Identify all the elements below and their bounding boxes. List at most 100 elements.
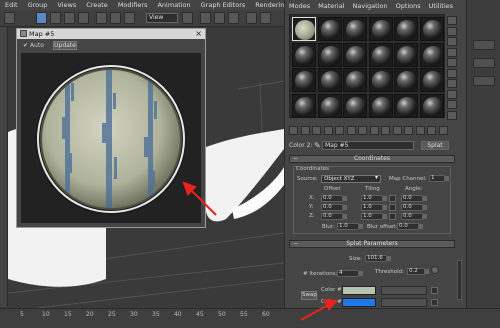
- menu-views[interactable]: Views: [52, 1, 81, 9]
- menu-group[interactable]: Group: [23, 1, 53, 9]
- material-tool-button[interactable]: [358, 126, 367, 135]
- material-slot[interactable]: [292, 93, 316, 118]
- material-slot[interactable]: [317, 93, 342, 118]
- command-panel-tab[interactable]: [473, 76, 495, 86]
- material-slot[interactable]: [419, 93, 444, 118]
- material-slot[interactable]: [368, 17, 393, 41]
- mirror-icon[interactable]: [246, 12, 257, 24]
- material-slot[interactable]: [292, 42, 316, 67]
- material-tool-button[interactable]: [369, 126, 379, 135]
- percent-snap-icon[interactable]: [228, 12, 239, 24]
- tile-z-checkbox[interactable]: [389, 213, 396, 220]
- offset-x-spinner[interactable]: 0.0: [321, 195, 347, 202]
- material-slot[interactable]: [292, 17, 316, 41]
- align-icon[interactable]: [260, 12, 271, 24]
- material-tool-button[interactable]: [381, 126, 390, 135]
- sample-option-button[interactable]: [447, 16, 457, 25]
- material-slot[interactable]: [343, 17, 367, 41]
- material-tool-button[interactable]: [415, 126, 425, 135]
- menu-options[interactable]: Options: [392, 2, 425, 12]
- material-tool-button[interactable]: [427, 126, 436, 135]
- command-panel-tab[interactable]: [473, 58, 495, 68]
- material-slot[interactable]: [317, 68, 342, 92]
- tile-x-checkbox[interactable]: [389, 195, 396, 202]
- angle-y-spinner[interactable]: 0.0: [401, 204, 427, 211]
- color2-map-checkbox[interactable]: [431, 299, 438, 306]
- map-name-field[interactable]: Map #5: [322, 141, 414, 150]
- menu-animation[interactable]: Animation: [152, 1, 195, 9]
- menu-modifiers[interactable]: Modifiers: [113, 1, 153, 9]
- material-slot[interactable]: [368, 93, 393, 118]
- material-slot[interactable]: [343, 68, 367, 92]
- iterations-spinner[interactable]: 4: [337, 270, 363, 277]
- blur-spinner[interactable]: 1.0: [337, 223, 363, 230]
- select-by-name-icon[interactable]: [50, 12, 61, 24]
- material-slot[interactable]: [317, 42, 342, 67]
- rotate-icon[interactable]: [110, 12, 121, 24]
- tiling-y-spinner[interactable]: 1.0: [361, 204, 387, 211]
- material-slot[interactable]: [343, 93, 367, 118]
- color1-map-button[interactable]: [381, 286, 427, 295]
- color2-swatch[interactable]: [342, 298, 376, 307]
- color1-map-checkbox[interactable]: [431, 287, 438, 294]
- material-slot[interactable]: [317, 17, 342, 41]
- sample-option-button[interactable]: [447, 79, 457, 88]
- material-slot[interactable]: [368, 68, 393, 92]
- undo-icon[interactable]: [4, 12, 15, 24]
- eyedropper-icon[interactable]: ✎: [314, 141, 321, 150]
- move-icon[interactable]: [96, 12, 107, 24]
- reference-coordinate-dropdown[interactable]: View: [146, 13, 178, 23]
- select-icon[interactable]: [36, 12, 47, 24]
- timeline-ruler[interactable]: 5 10 15 20 25 30 35 40 45 50 55 60: [0, 308, 500, 328]
- window-crossing-icon[interactable]: [78, 12, 89, 24]
- menu-material[interactable]: Material: [314, 2, 348, 12]
- menu-create[interactable]: Create: [81, 1, 113, 9]
- splat-parameters-rollout-header[interactable]: − Splat Parameters: [289, 240, 455, 248]
- sample-option-button[interactable]: [447, 58, 457, 67]
- material-tool-button[interactable]: [312, 126, 321, 135]
- material-slot[interactable]: [394, 68, 418, 92]
- material-slot[interactable]: [394, 42, 418, 67]
- angle-x-spinner[interactable]: 0.0: [401, 195, 427, 202]
- material-tool-button[interactable]: [404, 126, 413, 135]
- map-type-button[interactable]: Splat: [421, 141, 449, 150]
- sample-option-button[interactable]: [447, 100, 457, 109]
- angle-snap-icon[interactable]: [214, 12, 225, 24]
- color1-swatch[interactable]: [342, 286, 376, 295]
- material-slot[interactable]: [419, 17, 444, 41]
- angle-z-spinner[interactable]: 0.0: [401, 213, 427, 220]
- material-slot[interactable]: [419, 68, 444, 92]
- pivot-icon[interactable]: [182, 12, 193, 24]
- threshold-spinner[interactable]: 0.2: [407, 268, 429, 275]
- material-slot[interactable]: [419, 42, 444, 67]
- sample-option-button[interactable]: [447, 47, 457, 57]
- coordinates-rollout-header[interactable]: − Coordinates: [289, 155, 455, 163]
- material-tool-button[interactable]: [392, 126, 402, 135]
- tile-y-checkbox[interactable]: [389, 204, 396, 211]
- offset-z-spinner[interactable]: 0.0: [321, 213, 347, 220]
- offset-y-spinner[interactable]: 0.0: [321, 204, 347, 211]
- size-spinner[interactable]: 101.6: [365, 255, 391, 262]
- material-tool-button[interactable]: [300, 126, 310, 135]
- auto-update-checkbox[interactable]: ✔ Auto: [23, 42, 44, 49]
- command-panel-tab[interactable]: [473, 40, 495, 50]
- source-dropdown[interactable]: Object XYZ: [321, 175, 381, 183]
- menu-utilities[interactable]: Utilities: [425, 2, 457, 12]
- menu-graph-editors[interactable]: Graph Editors: [196, 1, 251, 9]
- material-slot[interactable]: [394, 93, 418, 118]
- menu-navigation[interactable]: Navigation: [349, 2, 392, 12]
- update-button[interactable]: Update: [53, 41, 77, 50]
- sample-option-button[interactable]: [447, 110, 457, 120]
- rollout-scrollbar[interactable]: [457, 260, 462, 300]
- color2-map-button[interactable]: [381, 298, 427, 307]
- scale-icon[interactable]: [124, 12, 135, 24]
- material-tool-button[interactable]: [289, 126, 298, 135]
- sample-option-button[interactable]: [447, 68, 457, 78]
- material-tool-button[interactable]: [438, 126, 448, 135]
- menu-modes[interactable]: Modes: [285, 2, 314, 12]
- sample-option-button[interactable]: [447, 89, 457, 99]
- material-tool-button[interactable]: [323, 126, 333, 135]
- material-slot[interactable]: [394, 17, 418, 41]
- sample-option-button[interactable]: [447, 26, 457, 36]
- close-icon[interactable]: ×: [195, 29, 202, 39]
